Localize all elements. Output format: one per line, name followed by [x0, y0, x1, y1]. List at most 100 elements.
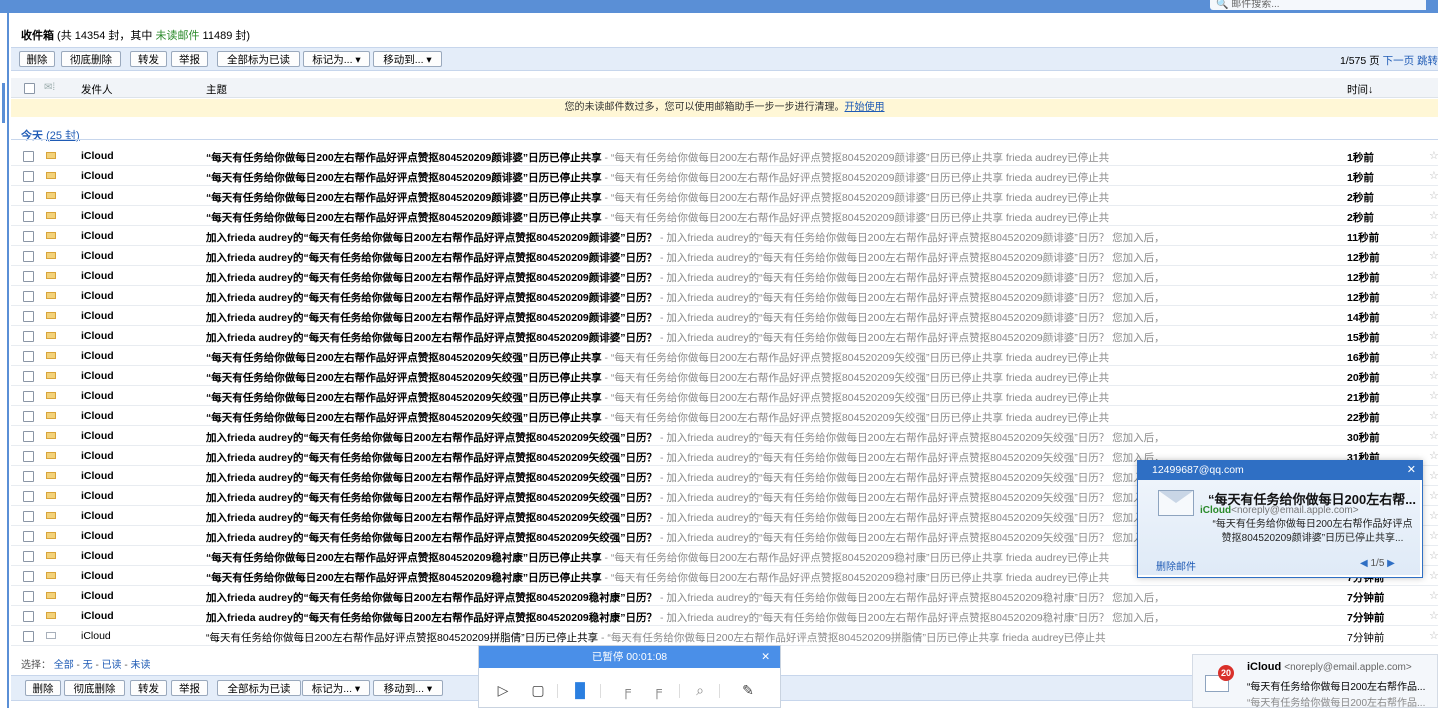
email-row[interactable]: iCloud 加入frieda audrey的“每天有任务给你做每日200左右帮作…: [11, 606, 1438, 626]
report-button[interactable]: 举报: [171, 51, 208, 67]
pen-icon[interactable]: ✎: [738, 680, 758, 700]
row-checkbox[interactable]: [23, 531, 34, 542]
email-row[interactable]: iCloud “每天有任务给你做每日200左右帮作品好评点赞抠804520209颜…: [11, 186, 1438, 206]
star-icon[interactable]: ☆: [1429, 409, 1438, 422]
sender-name[interactable]: iCloud: [81, 410, 114, 422]
subject-cell[interactable]: 加入frieda audrey的“每天有任务给你做每日200左右帮作品好评点赞抠…: [206, 330, 1336, 345]
row-checkbox[interactable]: [23, 411, 34, 422]
delete-forever-button[interactable]: 彻底删除: [61, 51, 121, 67]
prev-arrow-icon[interactable]: ◀: [1360, 558, 1368, 569]
star-icon[interactable]: ☆: [1429, 589, 1438, 602]
start-cleanup-link[interactable]: 开始使用: [845, 102, 885, 113]
subject-cell[interactable]: “每天有任务给你做每日200左右帮作品好评点赞抠804520209矢绞强”日历已…: [206, 410, 1336, 425]
row-checkbox[interactable]: [23, 571, 34, 582]
sender-name[interactable]: iCloud: [81, 290, 114, 302]
email-row[interactable]: iCloud “每天有任务给你做每日200左右帮作品好评点赞抠804520209颜…: [11, 146, 1438, 166]
mark-as-dropdown-bottom[interactable]: 标记为... ▾: [302, 680, 370, 696]
subject-cell[interactable]: “每天有任务给你做每日200左右帮作品好评点赞抠804520209拼脂倩”日历已…: [206, 630, 1336, 645]
subject-cell[interactable]: 加入frieda audrey的“每天有任务给你做每日200左右帮作品好评点赞抠…: [206, 590, 1336, 605]
move-to-dropdown[interactable]: 移动到... ▾: [373, 51, 442, 67]
row-checkbox[interactable]: [23, 231, 34, 242]
row-checkbox[interactable]: [23, 491, 34, 502]
envelope-attachment-column-icon[interactable]: ✉⁞: [44, 82, 55, 93]
delete-button[interactable]: 删除: [19, 51, 55, 67]
subject-cell[interactable]: “每天有任务给你做每日200左右帮作品好评点赞抠804520209矢绞强”日历已…: [206, 390, 1336, 405]
star-icon[interactable]: ☆: [1429, 369, 1438, 382]
mail-search-input[interactable]: 🔍 邮件搜索...: [1210, 0, 1426, 10]
sender-name[interactable]: iCloud: [81, 570, 114, 582]
email-row[interactable]: iCloud “每天有任务给你做每日200左右帮作品好评点赞抠804520209矢…: [11, 346, 1438, 366]
row-checkbox[interactable]: [23, 631, 34, 642]
star-icon[interactable]: ☆: [1429, 429, 1438, 442]
move-to-dropdown-bottom[interactable]: 移动到... ▾: [373, 680, 443, 696]
marker-icon[interactable]: ╒: [616, 680, 636, 700]
sender-name[interactable]: iCloud: [81, 550, 114, 562]
email-row[interactable]: iCloud 加入frieda audrey的“每天有任务给你做每日200左右帮作…: [11, 266, 1438, 286]
star-icon[interactable]: ☆: [1429, 269, 1438, 282]
star-icon[interactable]: ☆: [1429, 529, 1438, 542]
row-checkbox[interactable]: [23, 191, 34, 202]
zoom-icon[interactable]: ⌕: [690, 680, 710, 700]
mark-all-read-button[interactable]: 全部标为已读: [217, 51, 300, 67]
email-row[interactable]: iCloud 加入frieda audrey的“每天有任务给你做每日200左右帮作…: [11, 286, 1438, 306]
subject-cell[interactable]: “每天有任务给你做每日200左右帮作品好评点赞抠804520209矢绞强”日历已…: [206, 370, 1336, 385]
email-row[interactable]: iCloud “每天有任务给你做每日200左右帮作品好评点赞抠804520209拼…: [11, 626, 1438, 646]
subject-cell[interactable]: 加入frieda audrey的“每天有任务给你做每日200左右帮作品好评点赞抠…: [206, 310, 1336, 325]
delete-button-bottom[interactable]: 删除: [25, 680, 61, 696]
star-icon[interactable]: ☆: [1429, 469, 1438, 482]
star-icon[interactable]: ☆: [1429, 189, 1438, 202]
select-none-link[interactable]: 无: [83, 660, 93, 671]
sender-name[interactable]: iCloud: [81, 350, 114, 362]
subject-column-header[interactable]: 主题: [206, 82, 227, 97]
sender-name[interactable]: iCloud: [81, 390, 114, 402]
row-checkbox[interactable]: [23, 211, 34, 222]
row-checkbox[interactable]: [23, 311, 34, 322]
sender-name[interactable]: iCloud: [81, 270, 114, 282]
jump-page-link[interactable]: 跳转: [1417, 55, 1438, 67]
sender-name[interactable]: iCloud: [81, 210, 114, 222]
row-checkbox[interactable]: [23, 351, 34, 362]
star-icon[interactable]: ☆: [1429, 329, 1438, 342]
sender-name[interactable]: iCloud: [81, 470, 114, 482]
sender-name[interactable]: iCloud: [81, 250, 114, 262]
row-checkbox[interactable]: [23, 251, 34, 262]
sender-name[interactable]: iCloud: [81, 150, 114, 162]
forward-button-bottom[interactable]: 转发: [130, 680, 167, 696]
sender-name[interactable]: iCloud: [81, 370, 114, 382]
subject-cell[interactable]: “每天有任务给你做每日200左右帮作品好评点赞抠804520209颜诽婆”日历已…: [206, 150, 1336, 165]
play-icon[interactable]: ▷: [493, 680, 513, 700]
sender-name[interactable]: iCloud: [81, 610, 114, 622]
email-row[interactable]: iCloud 加入frieda audrey的“每天有任务给你做每日200左右帮作…: [11, 246, 1438, 266]
select-all-link[interactable]: 全部: [54, 660, 74, 671]
star-icon[interactable]: ☆: [1429, 389, 1438, 402]
row-checkbox[interactable]: [23, 371, 34, 382]
subject-cell[interactable]: “每天有任务给你做每日200左右帮作品好评点赞抠804520209矢绞强”日历已…: [206, 350, 1336, 365]
star-icon[interactable]: ☆: [1429, 629, 1438, 642]
sender-name[interactable]: iCloud: [81, 630, 111, 642]
row-checkbox[interactable]: [23, 611, 34, 622]
star-icon[interactable]: ☆: [1429, 249, 1438, 262]
subject-cell[interactable]: 加入frieda audrey的“每天有任务给你做每日200左右帮作品好评点赞抠…: [206, 270, 1336, 285]
email-row[interactable]: iCloud 加入frieda audrey的“每天有任务给你做每日200左右帮作…: [11, 326, 1438, 346]
email-row[interactable]: iCloud 加入frieda audrey的“每天有任务给你做每日200左右帮作…: [11, 426, 1438, 446]
recorder-close-icon[interactable]: ✕: [761, 646, 770, 668]
row-checkbox[interactable]: [23, 391, 34, 402]
email-row[interactable]: iCloud 加入frieda audrey的“每天有任务给你做每日200左右帮作…: [11, 226, 1438, 246]
audio-bars-icon[interactable]: ▐▌: [570, 680, 590, 700]
sender-name[interactable]: iCloud: [81, 590, 114, 602]
select-all-checkbox[interactable]: [24, 83, 35, 94]
new-mail-popup[interactable]: 12499687@qq.com ✕ “每天有任务给你做每日200左右帮... i…: [1137, 460, 1423, 578]
star-icon[interactable]: ☆: [1429, 149, 1438, 162]
report-button-bottom[interactable]: 举报: [171, 680, 208, 696]
row-checkbox[interactable]: [23, 591, 34, 602]
email-row[interactable]: iCloud “每天有任务给你做每日200左右帮作品好评点赞抠804520209矢…: [11, 386, 1438, 406]
row-checkbox[interactable]: [23, 551, 34, 562]
row-checkbox[interactable]: [23, 271, 34, 282]
subject-cell[interactable]: 加入frieda audrey的“每天有任务给你做每日200左右帮作品好评点赞抠…: [206, 610, 1336, 625]
row-checkbox[interactable]: [23, 451, 34, 462]
popup-delete-link[interactable]: 删除邮件: [1156, 558, 1196, 573]
email-row[interactable]: iCloud “每天有任务给你做每日200左右帮作品好评点赞抠804520209颜…: [11, 206, 1438, 226]
subject-cell[interactable]: 加入frieda audrey的“每天有任务给你做每日200左右帮作品好评点赞抠…: [206, 230, 1336, 245]
row-checkbox[interactable]: [23, 291, 34, 302]
close-icon[interactable]: ✕: [1407, 461, 1416, 480]
